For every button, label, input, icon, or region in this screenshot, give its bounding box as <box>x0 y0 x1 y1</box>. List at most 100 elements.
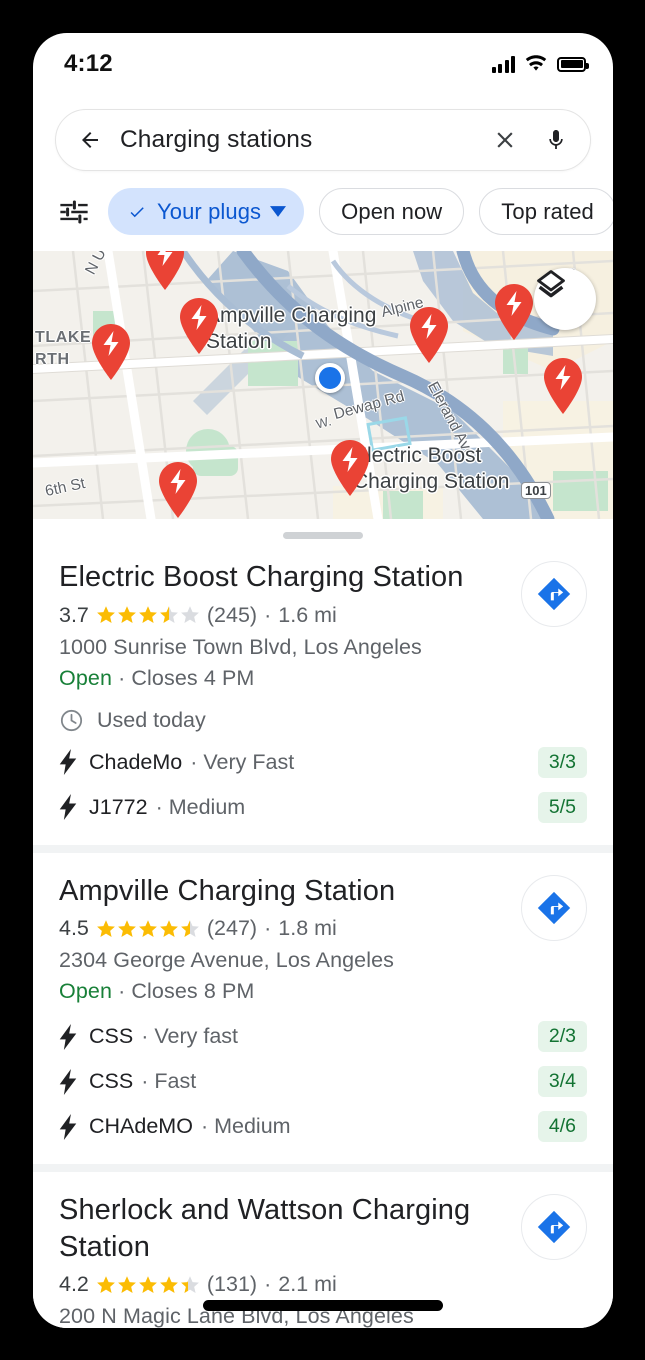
directions-icon <box>537 1210 571 1244</box>
star-full-icon <box>96 919 115 937</box>
search-bar-container: Charging stations <box>33 95 613 171</box>
filter-chips-row: Your plugs Open now Top rated <box>33 171 613 251</box>
star-full-icon <box>159 919 178 937</box>
charging-station-pin-icon[interactable] <box>492 283 536 341</box>
charging-station-pin-icon[interactable] <box>156 461 200 519</box>
results-sheet: Electric Boost Charging Station 3.7 (245… <box>33 532 613 1328</box>
chip-open-now[interactable]: Open now <box>319 188 465 235</box>
separator-dot: · <box>118 665 126 690</box>
separator-dot: · <box>264 602 272 627</box>
chip-top-rated[interactable]: Top rated <box>479 188 613 235</box>
battery-full-icon <box>557 56 589 72</box>
star-empty-icon <box>180 606 199 624</box>
plug-row: CHAdeMO · Medium 4/6 <box>59 1111 587 1143</box>
star-full-icon <box>117 919 136 937</box>
separator-dot: · <box>264 1272 272 1297</box>
result-title: Electric Boost Charging Station <box>59 561 464 593</box>
open-status: Open <box>59 979 112 1004</box>
charging-station-pin-icon[interactable] <box>407 306 451 364</box>
bolt-icon <box>59 1068 89 1095</box>
drag-handle[interactable] <box>283 532 363 539</box>
star-half-icon <box>159 606 178 624</box>
plug-row: CSS · Fast 3/4 <box>59 1066 587 1098</box>
status-icons <box>491 55 589 73</box>
plug-speed: · Very fast <box>141 1024 239 1049</box>
distance: 1.8 mi <box>278 916 337 941</box>
plug-name: CSS <box>89 1024 134 1049</box>
microphone-icon[interactable] <box>544 126 568 154</box>
chevron-down-icon <box>270 206 287 217</box>
plug-availability-badge: 3/4 <box>537 1066 587 1098</box>
tune-icon[interactable] <box>55 197 93 227</box>
star-full-icon <box>117 1275 136 1293</box>
map-area-label: TLAKE <box>35 329 92 346</box>
rating-value: 4.2 <box>59 1272 89 1297</box>
charging-station-pin-icon[interactable] <box>541 357 585 415</box>
current-location-dot <box>315 363 345 393</box>
distance: 1.6 mi <box>278 602 337 627</box>
plug-name: ChadeMo <box>89 749 183 774</box>
charging-station-pin-icon[interactable] <box>177 297 221 355</box>
result-rating-row: 4.2 (131) · 2.1 mi <box>59 1272 587 1297</box>
plug-availability-badge: 5/5 <box>537 791 587 823</box>
cellular-signal-icon <box>491 55 515 73</box>
section-divider <box>33 1164 613 1173</box>
phone-screen: 4:12 Charging stations Your plugs Open n… <box>33 33 613 1328</box>
distance: 2.1 mi <box>278 1272 337 1297</box>
close-icon[interactable] <box>492 127 518 153</box>
directions-icon <box>537 891 571 924</box>
result-rating-row: 3.7 (245) · 1.6 mi <box>59 603 587 628</box>
result-card-ampville[interactable]: Ampville Charging Station 4.5 (247) · 1.… <box>33 853 613 1165</box>
map-view[interactable]: TLAKE RTH N U 6th St Alpine W C Dewap Rd… <box>33 251 613 519</box>
result-address: 1000 Sunrise Town Blvd, Los Angeles <box>59 634 422 659</box>
charging-station-pin-icon[interactable] <box>89 323 133 381</box>
directions-icon <box>537 577 571 611</box>
star-full-icon <box>96 606 115 624</box>
plug-speed: · Very Fast <box>190 749 295 774</box>
bolt-icon <box>59 794 89 821</box>
star-rating <box>96 605 200 625</box>
charging-station-pin-icon[interactable] <box>143 251 187 291</box>
bolt-icon <box>59 1113 89 1140</box>
review-count: (247) <box>206 916 258 941</box>
plug-row: J1772 · Medium 5/5 <box>59 791 587 823</box>
plug-speed: · Medium <box>155 794 246 819</box>
chip-label: Top rated <box>501 198 594 224</box>
star-rating <box>96 1275 200 1295</box>
star-rating <box>96 919 200 939</box>
wifi-icon <box>525 55 547 71</box>
open-status: Open <box>59 665 112 690</box>
review-count: (245) <box>206 602 258 627</box>
star-half-icon <box>180 1275 199 1293</box>
home-indicator <box>203 1300 443 1311</box>
used-today-label: Used today <box>97 707 206 732</box>
result-card-electric-boost[interactable]: Electric Boost Charging Station 3.7 (245… <box>33 539 613 845</box>
section-divider <box>33 844 613 853</box>
check-icon <box>130 206 144 217</box>
rating-value: 3.7 <box>59 602 89 627</box>
rating-value: 4.5 <box>59 916 89 941</box>
clock-icon <box>60 709 83 731</box>
status-time: 4:12 <box>64 50 113 77</box>
separator-dot: · <box>118 979 126 1004</box>
star-full-icon <box>96 1275 115 1293</box>
charging-station-pin-icon[interactable] <box>328 439 372 497</box>
plug-speed: · Medium <box>200 1114 291 1139</box>
back-arrow-icon[interactable] <box>76 128 104 152</box>
result-title: Sherlock and Wattson Charging Station <box>59 1194 471 1263</box>
map-area-label: RTH <box>35 351 70 368</box>
star-full-icon <box>138 919 157 937</box>
directions-button[interactable] <box>521 1194 587 1261</box>
search-input[interactable]: Charging stations <box>120 126 492 154</box>
chip-label: Open now <box>341 198 443 224</box>
chip-your-plugs[interactable]: Your plugs <box>108 188 305 235</box>
directions-button[interactable] <box>521 561 587 627</box>
search-bar[interactable]: Charging stations <box>55 109 591 171</box>
separator-dot: · <box>264 916 272 941</box>
layers-icon[interactable] <box>534 268 596 330</box>
plug-name: CHAdeMO <box>89 1114 193 1139</box>
result-hours: Open · Closes 8 PM <box>59 979 587 1004</box>
used-today-row: Used today <box>59 708 587 733</box>
directions-button[interactable] <box>521 874 587 941</box>
plug-speed: · Fast <box>141 1069 197 1094</box>
